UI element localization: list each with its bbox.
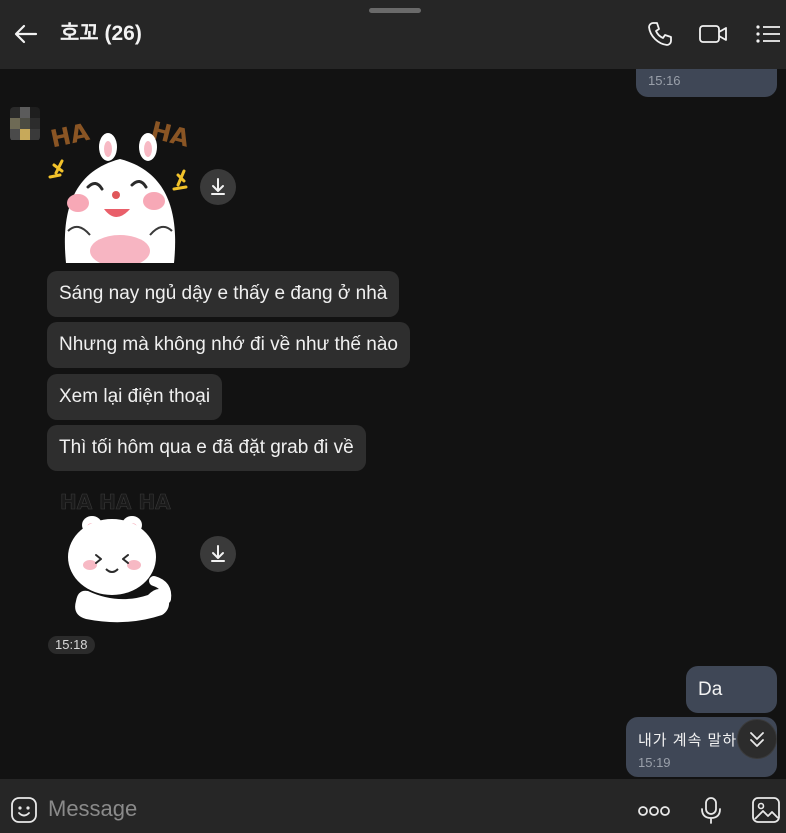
composer-bar	[0, 779, 786, 833]
video-camera-icon[interactable]	[697, 18, 729, 50]
outgoing-message[interactable]: Da	[686, 666, 777, 713]
sticker-hahaha-text: HA HA HA	[60, 490, 171, 514]
menu-icon[interactable]	[752, 18, 784, 50]
chat-title[interactable]: 호꼬 (26)	[60, 20, 142, 48]
chevron-down-icon[interactable]	[737, 719, 777, 759]
message-time: 15:16	[648, 73, 681, 88]
message-list[interactable]: 15:16 HA HA Sáng nay ngủ dậy e thấy e đa…	[0, 69, 786, 779]
incoming-message[interactable]: Sáng nay ngủ dậy e thấy e đang ở nhà	[47, 271, 400, 317]
download-icon[interactable]	[200, 169, 236, 205]
sticker-bear-hahaha[interactable]: HA HA HA	[56, 481, 186, 627]
incoming-message[interactable]: Xem lại điện thoại	[47, 374, 223, 420]
message-time: 15:18	[48, 636, 95, 654]
microphone-icon[interactable]	[697, 795, 725, 825]
download-icon[interactable]	[200, 536, 236, 572]
chat-header: 호꼬 (26)	[0, 0, 786, 69]
sticker-ha-left: HA	[48, 118, 92, 154]
back-arrow-icon[interactable]	[12, 20, 40, 48]
image-gallery-icon[interactable]	[750, 795, 782, 825]
more-options-icon[interactable]	[636, 799, 672, 823]
sticker-bunny-laughing[interactable]: HA HA	[44, 113, 196, 267]
message-input[interactable]	[46, 791, 610, 827]
previous-outgoing-bubble[interactable]: 15:16	[636, 69, 777, 97]
avatar[interactable]	[10, 107, 40, 141]
message-time: 15:19	[638, 755, 671, 770]
emoji-icon[interactable]	[9, 795, 39, 825]
drag-handle[interactable]	[369, 8, 421, 13]
incoming-message[interactable]: Nhưng mà không nhớ đi về như thế nào	[47, 322, 410, 368]
incoming-message[interactable]: Thì tối hôm qua e đã đặt grab đi về	[47, 425, 366, 471]
phone-icon[interactable]	[644, 18, 676, 50]
outgoing-message-text: 내가 계속 말하	[638, 732, 738, 749]
